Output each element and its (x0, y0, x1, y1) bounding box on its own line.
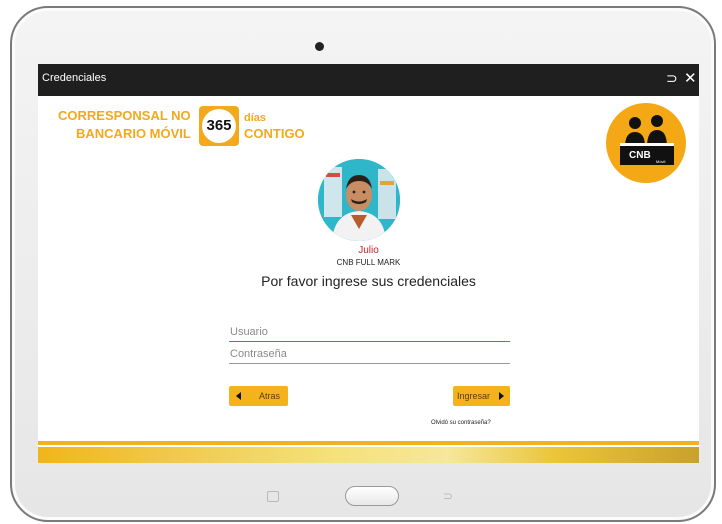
camera (315, 42, 324, 51)
brand-365-badge: 365 (199, 106, 239, 146)
brand-dias: días (244, 112, 267, 124)
brand-line2: BANCARIO MÓVIL (76, 126, 191, 141)
brand-logo: CORRESPONSAL NO BANCARIO MÓVIL 365 días … (58, 106, 320, 154)
arrow-left-icon (236, 392, 241, 400)
username-input[interactable] (229, 323, 510, 342)
login-button-label: Ingresar (457, 391, 491, 401)
cnb-logo-subtext: Móvil (656, 159, 665, 164)
window-title: Credenciales (42, 72, 107, 84)
footer-band (38, 441, 699, 445)
recent-apps-icon[interactable] (267, 491, 279, 502)
brand-line1: CORRESPONSAL NO (58, 108, 191, 123)
footer-gradient-bar (38, 447, 699, 463)
cnb-movil-logo: CNB Móvil (606, 103, 686, 183)
forgot-password-link[interactable]: Olvidó su contraseña? (431, 420, 491, 426)
avatar (318, 159, 400, 241)
close-icon[interactable]: ✕ (684, 69, 697, 87)
back-button-label: Atras (259, 391, 281, 401)
back-icon[interactable]: ⊃ (666, 70, 678, 87)
brand-contigo: CONTIGO (244, 126, 305, 141)
title-bar: Credenciales ⊃ ✕ (38, 64, 699, 96)
device-back-icon[interactable]: ⊃ (443, 489, 453, 503)
back-button[interactable]: Atras (229, 386, 288, 406)
home-button[interactable] (345, 486, 399, 506)
cnb-people-icon: CNB Móvil (620, 115, 674, 165)
login-button[interactable]: Ingresar (453, 386, 510, 406)
user-org: CNB FULL MARK (336, 258, 401, 267)
user-name: Julio (358, 245, 379, 256)
password-input[interactable] (229, 345, 510, 364)
credentials-prompt: Por favor ingrese sus credenciales (261, 273, 476, 289)
app-screen: Credenciales ⊃ ✕ CORRESPONSAL NO BANCARI… (38, 64, 699, 463)
brand-365-text: 365 (202, 109, 236, 143)
cnb-logo-text: CNB (629, 150, 651, 161)
arrow-right-icon (499, 392, 504, 400)
